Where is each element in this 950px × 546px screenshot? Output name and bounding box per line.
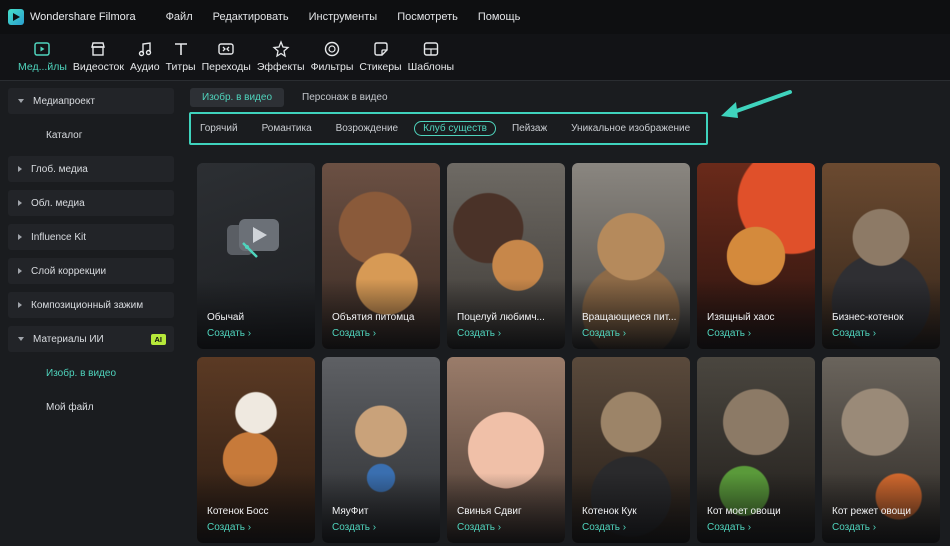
tool-templates[interactable]: Шаблоны	[406, 34, 456, 73]
template-card-kitten-cook[interactable]: Котенок Кук Создать ›	[572, 357, 690, 543]
filter-revival[interactable]: Возрождение	[336, 123, 398, 134]
create-link[interactable]: Создать ›	[832, 522, 876, 533]
create-link[interactable]: Создать ›	[332, 522, 376, 533]
sidebar-item-catalog[interactable]: Каталог	[8, 122, 174, 148]
template-card-spinning-pets[interactable]: Вращающиеся пит... Создать ›	[572, 163, 690, 349]
card-title: МяуФит	[332, 506, 369, 517]
image-to-video-icon	[227, 219, 279, 258]
filmora-window: Wondershare Filmora Файл Редактировать И…	[0, 0, 950, 546]
sidebar-item-my-file[interactable]: Мой файл	[8, 394, 174, 420]
template-card-pig-shift[interactable]: Свинья Сдвиг Создать ›	[447, 357, 565, 543]
card-title: Объятия питомца	[332, 312, 415, 323]
sidebar: Медиапроект Каталог Глоб. медиа Обл. мед…	[8, 88, 174, 546]
chevron-right-icon	[18, 234, 22, 240]
template-card-pet-kiss[interactable]: Поцелуй любимч... Создать ›	[447, 163, 565, 349]
card-title: Бизнес-котенок	[832, 312, 904, 323]
templates-icon	[423, 42, 439, 56]
chevron-down-icon	[18, 99, 24, 103]
menu-tools[interactable]: Инструменты	[309, 11, 378, 23]
card-title: Поцелуй любимч...	[457, 312, 545, 323]
audio-icon	[138, 42, 151, 57]
template-card-pet-hug[interactable]: Объятия питомца Создать ›	[322, 163, 440, 349]
filters-icon	[324, 41, 340, 57]
card-title: Кот режет овощи	[832, 506, 911, 517]
card-title: Котенок Босс	[207, 506, 269, 517]
effects-icon	[272, 40, 290, 58]
toolbar-divider	[0, 80, 950, 81]
annotation-arrow-icon	[721, 90, 792, 118]
stickers-icon	[373, 42, 388, 56]
create-link[interactable]: Создать ›	[582, 328, 626, 339]
sidebar-item-image-to-video[interactable]: Изобр. в видео	[8, 360, 174, 386]
filter-unique-image[interactable]: Уникальное изображение	[571, 123, 690, 134]
filter-romance[interactable]: Романтика	[262, 123, 312, 134]
tool-transitions[interactable]: Переходы	[200, 34, 253, 73]
chevron-right-icon	[18, 200, 22, 206]
titles-icon	[174, 43, 187, 55]
card-title: Обычай	[207, 312, 245, 323]
create-link[interactable]: Создать ›	[207, 522, 251, 533]
tool-filters[interactable]: Фильтры	[309, 34, 356, 73]
sidebar-item-cloud-media[interactable]: Обл. медиа	[8, 190, 174, 216]
sidebar-item-media-project[interactable]: Медиапроект	[8, 88, 174, 114]
content-tabs: Изобр. в видео Персонаж в видео	[190, 88, 406, 107]
chevron-right-icon	[18, 166, 22, 172]
tool-media[interactable]: Мед...йлы	[16, 34, 69, 73]
tool-audio[interactable]: Аудио	[128, 34, 162, 73]
card-title: Вращающиеся пит...	[582, 312, 677, 323]
filter-landscape[interactable]: Пейзаж	[512, 123, 547, 134]
tool-stickers[interactable]: Стикеры	[357, 34, 403, 73]
tool-effects[interactable]: Эффекты	[255, 34, 307, 73]
stock-icon	[91, 42, 106, 56]
filter-creature-club[interactable]: Клуб существ	[414, 121, 496, 136]
chevron-down-icon	[18, 337, 24, 341]
category-filter-bar: Горячий Романтика Возрождение Клуб сущес…	[189, 112, 708, 145]
template-card-business-kitten[interactable]: Бизнес-котенок Создать ›	[822, 163, 940, 349]
template-card-meowfit[interactable]: МяуФит Создать ›	[322, 357, 440, 543]
content-panel: Изобр. в видео Персонаж в видео Горячий …	[182, 82, 950, 546]
card-title: Кот моет овощи	[707, 506, 781, 517]
create-link[interactable]: Создать ›	[207, 328, 251, 339]
card-title: Котенок Кук	[582, 506, 637, 517]
card-title: Свинья Сдвиг	[457, 506, 522, 517]
create-link[interactable]: Создать ›	[707, 522, 751, 533]
sidebar-item-global-media[interactable]: Глоб. медиа	[8, 156, 174, 182]
chevron-right-icon	[18, 268, 22, 274]
tab-image-to-video[interactable]: Изобр. в видео	[190, 88, 285, 107]
create-link[interactable]: Создать ›	[582, 522, 626, 533]
card-title: Изящный хаос	[707, 312, 775, 323]
template-card-boss-kitten[interactable]: Котенок Босс Создать ›	[197, 357, 315, 543]
menu-edit[interactable]: Редактировать	[213, 11, 289, 23]
transitions-icon	[218, 43, 234, 55]
create-link[interactable]: Создать ›	[832, 328, 876, 339]
template-card-cat-washes-vegetables[interactable]: Кот моет овощи Создать ›	[697, 357, 815, 543]
tool-stock[interactable]: Видеосток	[71, 34, 126, 73]
app-name: Wondershare Filmora	[30, 11, 136, 23]
ai-badge: AI	[150, 333, 166, 345]
create-link[interactable]: Создать ›	[457, 328, 501, 339]
template-card-custom[interactable]: Обычай Создать ›	[197, 163, 315, 349]
template-card-graceful-chaos[interactable]: Изящный хаос Создать ›	[697, 163, 815, 349]
menu-help[interactable]: Помощь	[478, 11, 521, 23]
sidebar-item-ai-materials[interactable]: Материалы ИИ AI	[8, 326, 174, 352]
main-toolbar: Мед...йлы Видеосток Аудио Титры Переходы…	[0, 34, 950, 80]
create-link[interactable]: Создать ›	[457, 522, 501, 533]
filter-hot[interactable]: Горячий	[200, 123, 238, 134]
create-link[interactable]: Создать ›	[332, 328, 376, 339]
sidebar-item-adjustment-layer[interactable]: Слой коррекции	[8, 258, 174, 284]
chevron-right-icon	[18, 302, 22, 308]
sidebar-item-compound-clip[interactable]: Композиционный зажим	[8, 292, 174, 318]
menu-file[interactable]: Файл	[166, 11, 193, 23]
template-card-cat-cuts-vegetables[interactable]: Кот режет овощи Создать ›	[822, 357, 940, 543]
filmora-logo-icon	[8, 9, 24, 25]
media-icon	[34, 42, 51, 56]
create-link[interactable]: Создать ›	[707, 328, 751, 339]
tab-character-to-video[interactable]: Персонаж в видео	[290, 88, 399, 107]
sidebar-item-influence-kit[interactable]: Influence Kit	[8, 224, 174, 250]
menu-view[interactable]: Посмотреть	[397, 11, 458, 23]
tool-titles[interactable]: Титры	[164, 34, 198, 73]
menu-bar: Wondershare Filmora Файл Редактировать И…	[0, 0, 950, 34]
